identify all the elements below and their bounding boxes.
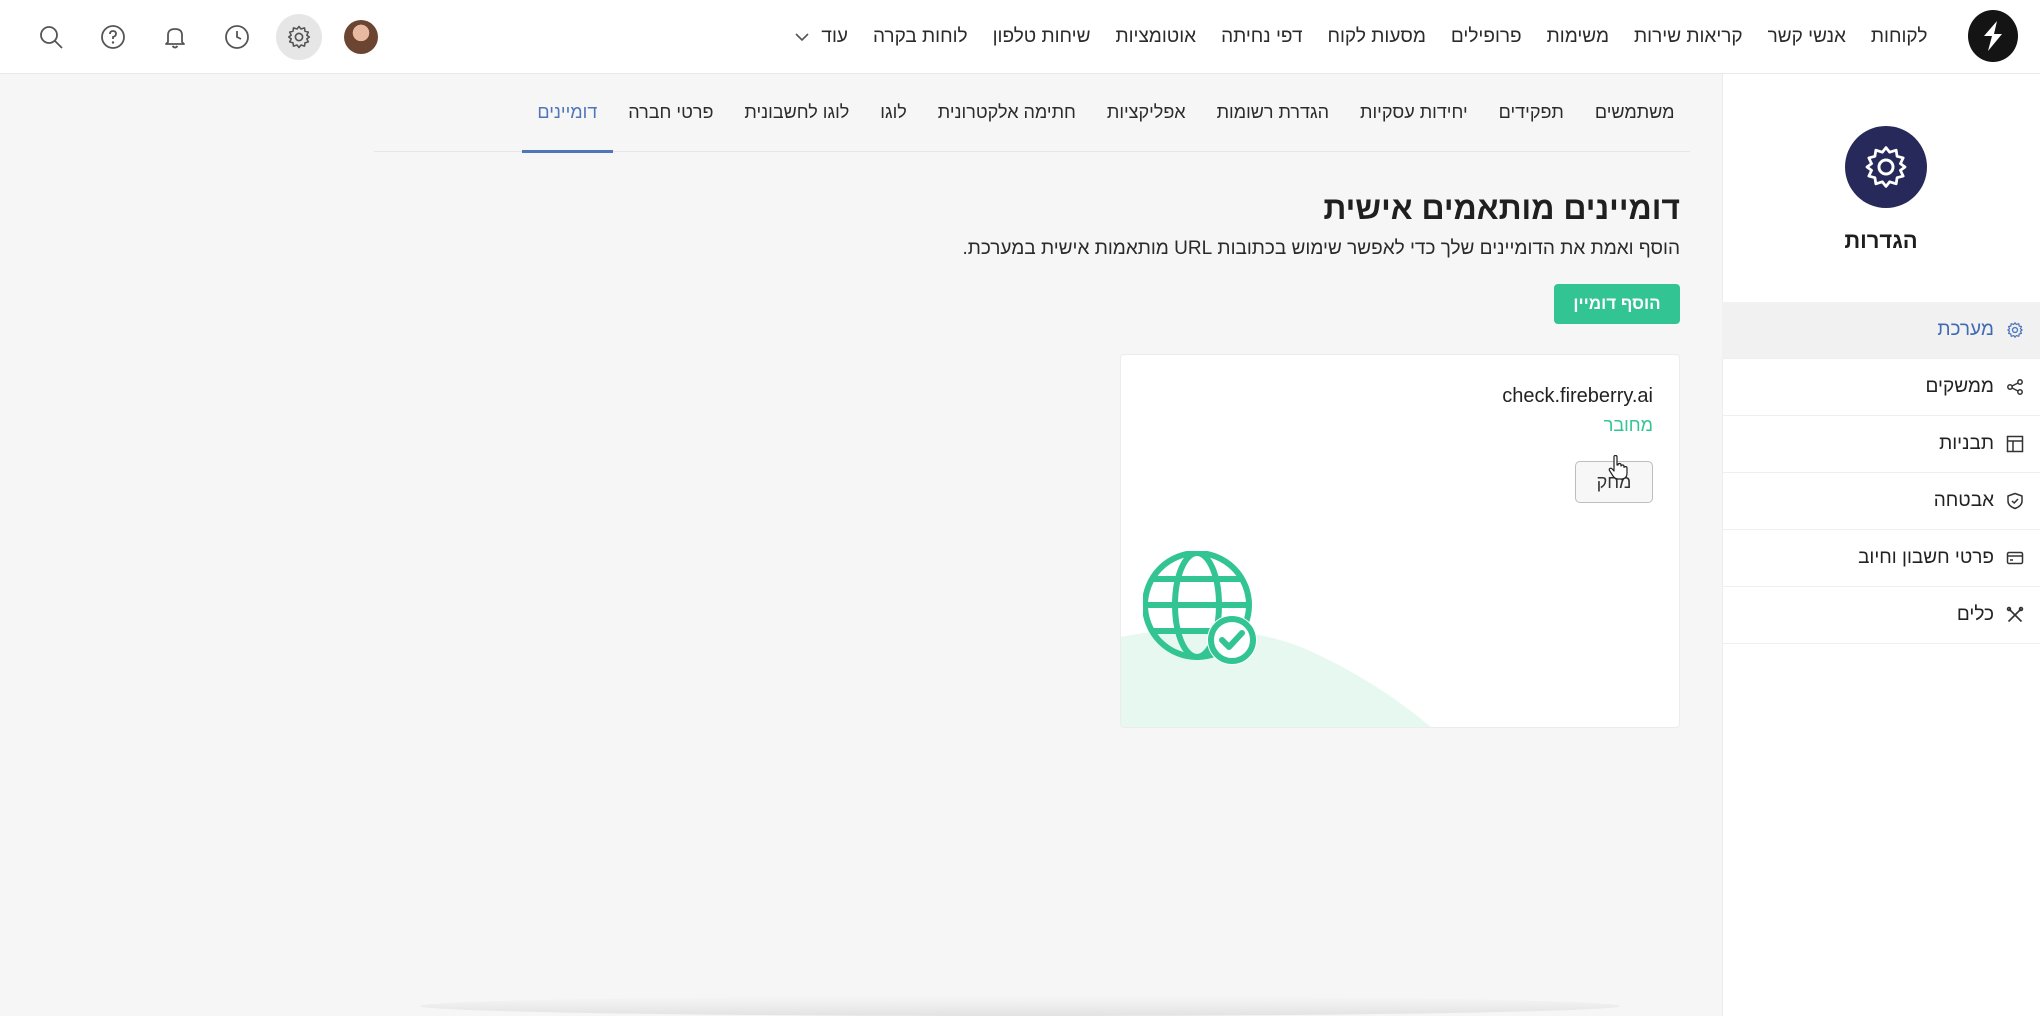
add-domain-button[interactable]: הוסף דומיין [1554,284,1680,324]
sidebar-item-billing[interactable]: פרטי חשבון וחיוב [1722,530,2040,587]
tab-apps[interactable]: אפליקציות [1091,74,1201,152]
bottom-shadow [420,996,1620,1016]
domain-name: check.fireberry.ai [1502,385,1653,407]
tab-invoice-logo[interactable]: לוגו לחשבונית [729,74,865,152]
search-icon[interactable] [28,14,74,60]
credit-card-icon [2004,547,2026,569]
user-avatar-button[interactable] [338,14,384,60]
sidebar-menu: מערכת ממשקים תבניות אבטחה פרטי חשבון וחי… [1722,302,2040,644]
clock-icon[interactable] [214,14,260,60]
domain-card: check.fireberry.ai מחובר מחק [1120,354,1680,728]
sidebar-item-label: מערכת [1937,319,1994,340]
sidebar-item-integrations[interactable]: ממשקים [1722,359,2040,416]
main-nav: לקוחות אנשי קשר קריאות שירות משימות פרופ… [783,0,1940,74]
hand-pointer-icon [1608,455,1628,480]
nav-contacts[interactable]: אנשי קשר [1755,26,1858,48]
sidebar-item-label: אבטחה [1933,490,1994,511]
tools-icon [2004,604,2026,626]
nav-dashboards[interactable]: לוחות בקרה [860,26,980,48]
logo-mark-icon [1984,21,2002,51]
sidebar-item-tools[interactable]: כלים [1722,587,2040,644]
nav-phone-calls[interactable]: שיחות טלפון [980,26,1103,48]
gear-icon[interactable] [276,14,322,60]
nav-accounts[interactable]: לקוחות [1858,26,1940,48]
shield-icon [2004,490,2026,512]
sidebar-item-system[interactable]: מערכת [1722,302,2040,359]
share-icon [2004,376,2026,398]
settings-tabs: משתמשים תפקידים יחידות עסקיות הגדרת רשומ… [374,74,1690,153]
layout-icon [2004,433,2026,455]
sidebar-title: הגדרות [1844,228,1918,253]
sidebar-item-label: ממשקים [1925,376,1994,397]
avatar [344,20,378,54]
nav-cases[interactable]: קריאות שירות [1622,26,1756,48]
settings-sidebar: הגדרות מערכת ממשקים תבניות אבטחה פרטי חש… [1722,74,2040,1016]
sidebar-item-templates[interactable]: תבניות [1722,416,2040,473]
page-title: דומיינים מותאמים אישית [1323,190,1680,226]
tab-business-units[interactable]: יחידות עסקיות [1345,74,1484,152]
domain-status-badge: מחובר [1603,415,1653,435]
bell-icon[interactable] [152,14,198,60]
help-icon[interactable] [90,14,136,60]
tab-domains[interactable]: דומיינים [521,74,613,153]
globe-check-icon [1143,551,1257,665]
tab-roles[interactable]: תפקידים [1483,74,1579,152]
sidebar-item-label: כלים [1956,604,1994,625]
tab-company-details[interactable]: פרטי חברה [613,74,729,152]
page-subtitle: הוסף ואמת את הדומיינים שלך כדי לאפשר שימ… [962,238,1680,259]
chevron-down-icon [795,32,809,42]
sidebar-item-label: פרטי חשבון וחיוב [1858,547,1994,568]
sidebar-item-security[interactable]: אבטחה [1722,473,2040,530]
nav-tasks[interactable]: משימות [1534,26,1621,48]
nav-landing-pages[interactable]: דפי נחיתה [1209,26,1315,48]
nav-profiles[interactable]: פרופילים [1438,26,1534,48]
gear-icon [2004,319,2026,341]
sidebar-item-label: תבניות [1939,433,1994,454]
nav-more[interactable]: עוד [783,26,861,48]
fireberry-logo[interactable] [1968,10,2018,62]
top-actions [28,14,384,60]
tab-record-settings[interactable]: הגדרת רשומות [1201,74,1344,152]
top-bar: לקוחות אנשי קשר קריאות שירות משימות פרופ… [0,0,2040,74]
tab-users[interactable]: משתמשים [1579,74,1690,152]
tab-e-signature[interactable]: חתימה אלקטרונית [922,74,1091,152]
nav-automations[interactable]: אוטומציות [1103,26,1209,48]
tab-logo[interactable]: לוגו [865,74,923,152]
nav-customer-journeys[interactable]: מסעות לקוח [1315,26,1438,48]
settings-badge-icon [1845,126,1927,208]
